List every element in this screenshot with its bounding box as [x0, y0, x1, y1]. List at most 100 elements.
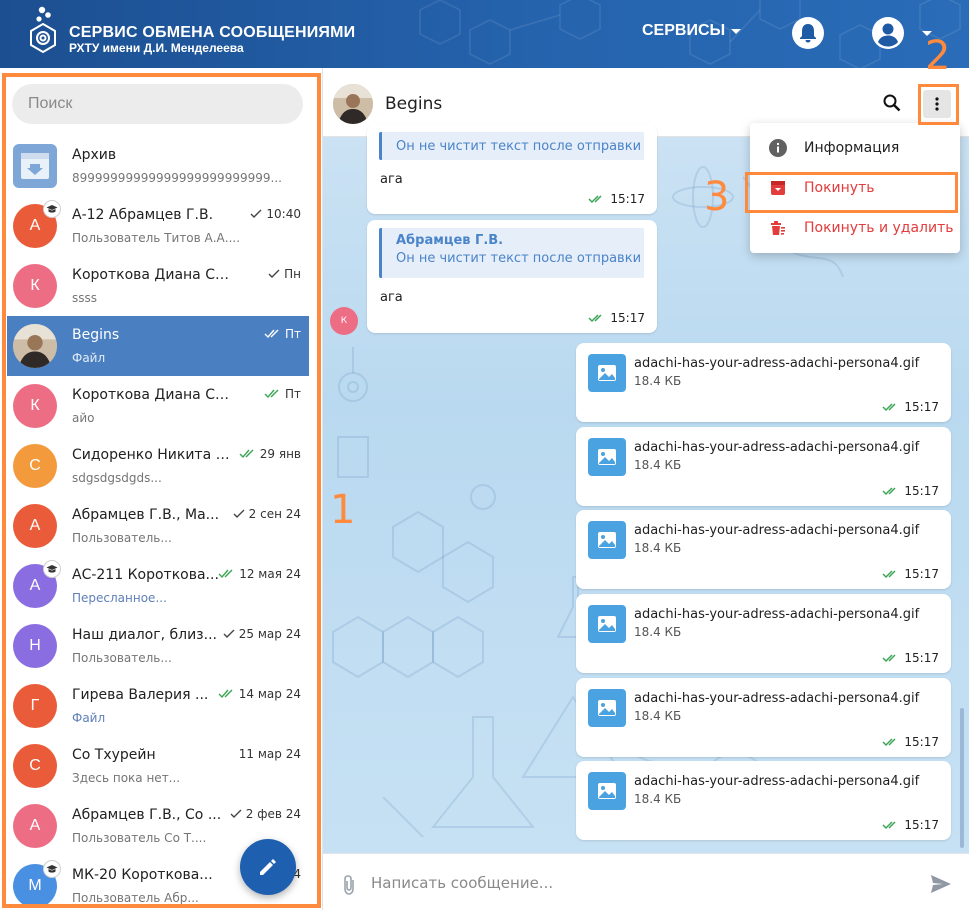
chat-list-item[interactable]: К Короткова Диана Серге... ssss Пн — [7, 256, 309, 316]
messages-scrollbar[interactable] — [960, 708, 964, 848]
chat-name: Короткова Диана Серге... — [72, 387, 232, 403]
chat-name: АС-211 Короткова... — [72, 567, 219, 583]
chat-name: Наш диалог, близ... — [72, 627, 217, 643]
message-input[interactable] — [371, 866, 911, 900]
app-header: СЕРВИС ОБМЕНА СООБЩЕНИЯМИ РХТУ имени Д.И… — [0, 0, 969, 68]
pencil-icon — [260, 859, 276, 875]
graduation-cap-icon — [43, 860, 61, 878]
file-size: 18.4 КБ — [634, 374, 682, 388]
search-input[interactable] — [12, 84, 303, 124]
image-file-icon[interactable] — [588, 354, 626, 392]
menu-item-info[interactable]: Информация — [750, 128, 960, 168]
image-file-icon[interactable] — [588, 605, 626, 643]
menu-item-leave[interactable]: Покинуть — [750, 168, 960, 208]
user-photo-icon — [333, 84, 373, 124]
chat-name: Гирева Валерия ... — [72, 687, 209, 703]
menu-item-leave-delete[interactable]: Покинуть и удалить — [750, 208, 960, 248]
image-file-icon[interactable] — [588, 772, 626, 810]
chat-list-item[interactable]: Begins Файл Пт — [7, 316, 309, 376]
services-label: СЕРВИСЫ — [642, 22, 726, 39]
chat-preview: Файл — [72, 351, 106, 365]
image-file-icon[interactable] — [588, 521, 626, 559]
chat-list-item[interactable]: С Сидоренко Никита В... sdgsdgsdgds... 29 я… — [7, 436, 309, 496]
file-name[interactable]: adachi-has-your-adress-adachi-persona4.g… — [634, 356, 919, 371]
avatar: Г — [13, 684, 57, 728]
file-message-bubble[interactable]: adachi-has-your-adress-adachi-persona4.g… — [576, 678, 951, 757]
quote-text: Он не чистит текст после отправки — [396, 251, 642, 266]
file-name[interactable]: adachi-has-your-adress-adachi-persona4.g… — [634, 440, 919, 455]
chat-avatar[interactable] — [333, 84, 373, 124]
file-name[interactable]: adachi-has-your-adress-adachi-persona4.g… — [634, 607, 919, 622]
search-icon[interactable] — [882, 93, 902, 113]
chat-time: 2 сен 24 — [248, 507, 301, 521]
sender-avatar[interactable]: К — [330, 307, 358, 335]
chat-pane: Begins Он не чистит текст после отправки… — [322, 68, 969, 910]
menu-item-leave-label: Покинуть — [804, 180, 875, 196]
chat-list-item[interactable]: А А-12 Абрамцев Г.В. Пользователь Титов А.… — [7, 196, 309, 256]
graduation-cap-icon — [43, 560, 61, 578]
file-message-bubble[interactable]: adachi-has-your-adress-adachi-persona4.g… — [576, 343, 951, 422]
user-menu-button[interactable] — [872, 17, 904, 49]
menu-item-leave-delete-label: Покинуть и удалить — [804, 220, 954, 236]
chat-list-item[interactable]: Н Наш диалог, близ... Пользователь... 25 ма… — [7, 616, 309, 676]
chat-preview: Пересланное... — [72, 591, 167, 605]
file-name[interactable]: adachi-has-your-adress-adachi-persona4.g… — [634, 523, 919, 538]
message-composer — [323, 853, 969, 910]
file-message-bubble[interactable]: adachi-has-your-adress-adachi-persona4.g… — [576, 761, 951, 840]
message-time-value: 15:17 — [904, 651, 939, 665]
chat-list-item[interactable]: А АС-211 Короткова... Пересланное... 12 мая… — [7, 556, 309, 616]
double-check-icon — [239, 449, 254, 459]
chat-list-item[interactable]: К Короткова Диана Серге... айо Пт — [7, 376, 309, 436]
app-title: СЕРВИС ОБМЕНА СООБЩЕНИЯМИ — [69, 24, 356, 41]
chat-name: Begins — [72, 327, 120, 343]
chat-preview: ssss — [72, 291, 98, 305]
message-time-value: 15:17 — [610, 311, 645, 325]
chat-meta: 2 сен 24 — [233, 507, 301, 521]
services-menu-button[interactable]: СЕРВИСЫ — [642, 22, 742, 40]
message-time: 15:17 — [882, 651, 939, 665]
message-time: 15:17 — [588, 192, 645, 206]
file-message-bubble[interactable]: adachi-has-your-adress-adachi-persona4.g… — [576, 427, 951, 506]
check-icon — [223, 629, 235, 638]
chat-time: 14 мар 24 — [238, 687, 301, 701]
file-message-bubble[interactable]: adachi-has-your-adress-adachi-persona4.g… — [576, 594, 951, 673]
leave-icon — [768, 178, 788, 198]
chat-time: 2 фев 24 — [245, 807, 301, 821]
chat-meta: Пт — [264, 327, 301, 341]
paperclip-icon[interactable] — [339, 874, 359, 896]
double-check-icon — [264, 389, 279, 399]
file-name[interactable]: adachi-has-your-adress-adachi-persona4.g… — [634, 691, 919, 706]
message-bubble[interactable]: Абрамцев Г.В. Он не чистит текст после о… — [367, 220, 657, 333]
image-file-icon[interactable] — [588, 438, 626, 476]
file-size: 18.4 КБ — [634, 541, 682, 555]
image-file-icon[interactable] — [588, 689, 626, 727]
more-options-button[interactable] — [923, 90, 951, 118]
graduation-cap-icon — [43, 200, 61, 218]
chat-list-item[interactable]: Г Гирева Валерия ... Файл 14 мар 24 — [7, 676, 309, 736]
avatar: Н — [13, 624, 57, 668]
message-time-value: 15:17 — [904, 484, 939, 498]
reply-quote: Он не чистит текст после отправки — [379, 132, 644, 160]
check-icon — [250, 209, 262, 218]
archive-item[interactable]: Архив 89999999999999999999999999... — [7, 136, 309, 196]
brand: СЕРВИС ОБМЕНА СООБЩЕНИЯМИ РХТУ имени Д.И… — [69, 24, 355, 56]
message-time-value: 15:17 — [904, 735, 939, 749]
double-check-icon — [882, 738, 896, 747]
chat-preview: Пользователь... — [72, 531, 172, 545]
new-chat-button[interactable] — [240, 839, 296, 895]
chat-list-item[interactable]: А Абрамцев Г.В., Ма... Пользователь... 2 се… — [7, 496, 309, 556]
chat-preview: Пользователь... — [72, 651, 172, 665]
file-message-bubble[interactable]: adachi-has-your-adress-adachi-persona4.g… — [576, 510, 951, 589]
message-bubble[interactable]: Он не чистит текст после отправки ага 15… — [367, 124, 657, 214]
info-icon — [768, 138, 788, 158]
avatar: К — [13, 264, 57, 308]
chat-list-item[interactable]: С Со Тхурейн Здесь пока нет... 11 мар 24 — [7, 736, 309, 796]
file-name[interactable]: adachi-has-your-adress-adachi-persona4.g… — [634, 774, 919, 789]
chat-meta: 2 фев 24 — [230, 807, 301, 821]
send-icon[interactable] — [930, 874, 952, 894]
chat-time: 11 мар 24 — [238, 747, 301, 761]
more-vertical-icon — [935, 97, 939, 111]
chat-preview: Здесь пока нет... — [72, 771, 181, 785]
notifications-button[interactable] — [792, 17, 824, 49]
message-time-value: 15:17 — [610, 192, 645, 206]
